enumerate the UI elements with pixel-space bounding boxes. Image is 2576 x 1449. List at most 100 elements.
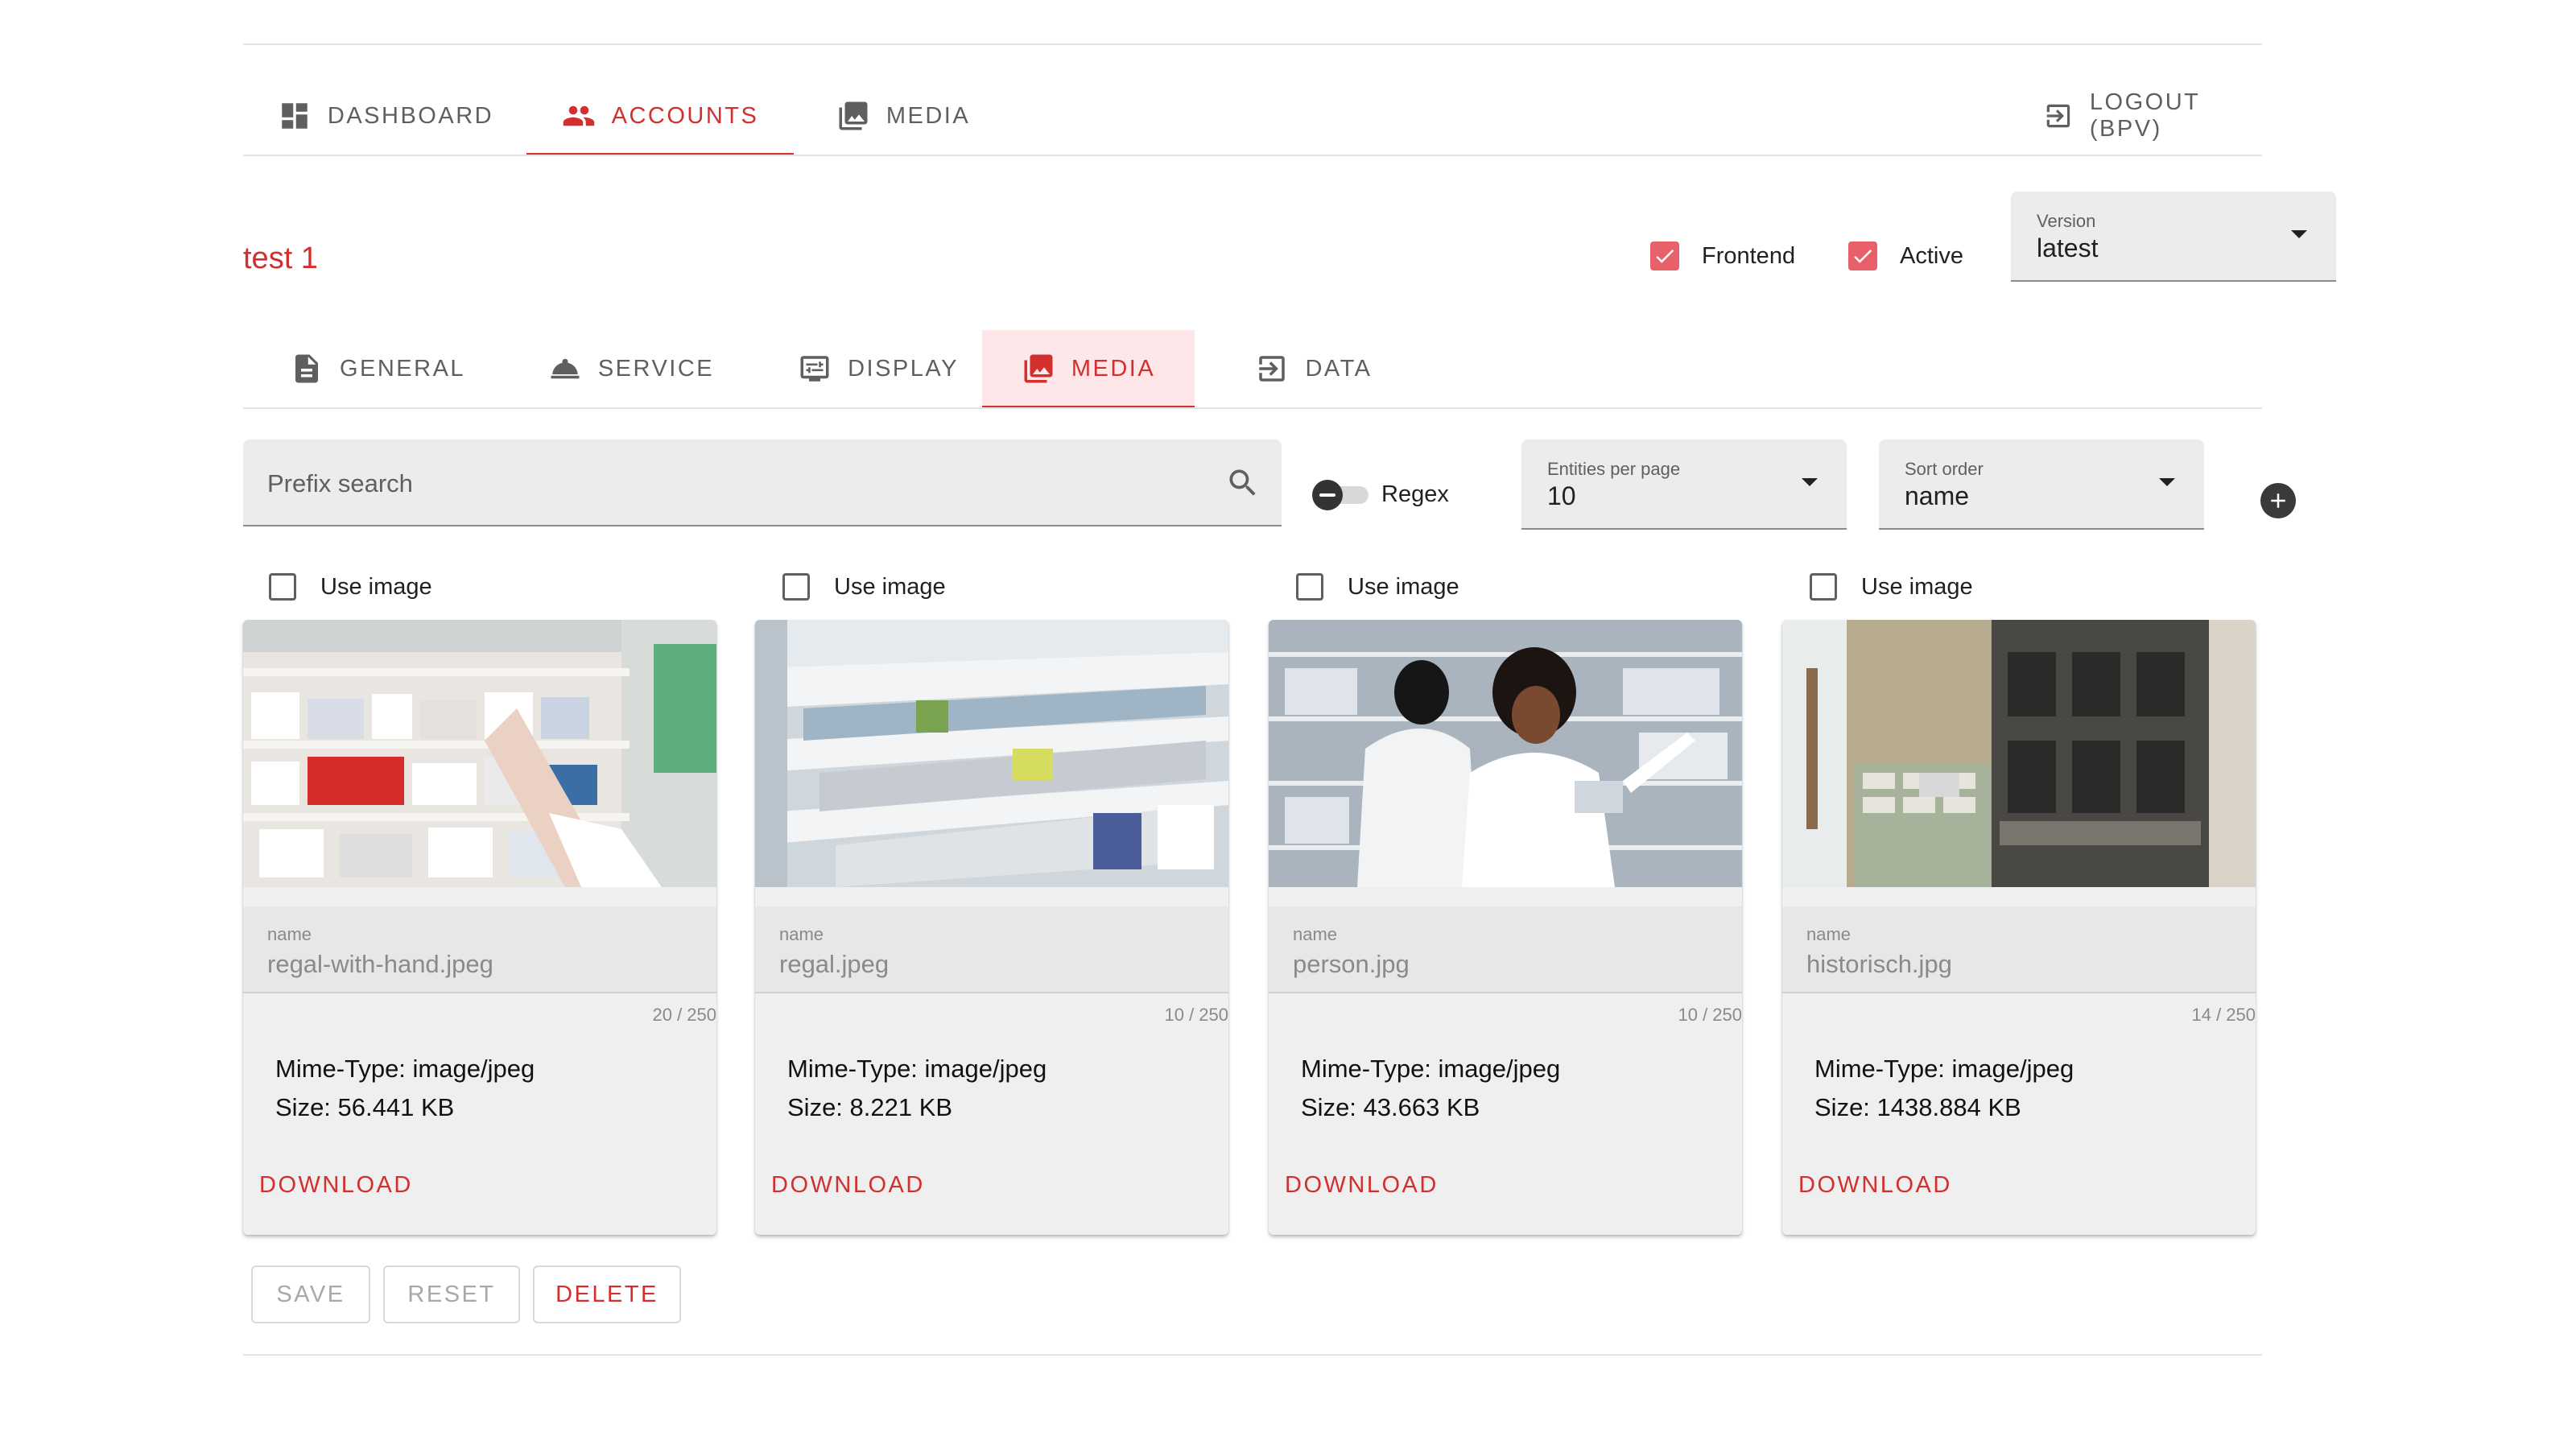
sort-value: name — [1905, 481, 1970, 510]
regex-label: Regex — [1381, 481, 1449, 507]
mime-type-text: Mime-Type: image/jpeg — [1301, 1055, 1561, 1083]
chevron-down-icon — [1802, 478, 1818, 486]
char-counter: 10 / 250 — [1678, 1005, 1742, 1025]
use-image-label: Use image — [320, 573, 432, 600]
tab-label: GENERAL — [339, 355, 466, 382]
name-value: historisch.jpg — [1806, 950, 1952, 978]
download-button[interactable]: DOWNLOAD — [259, 1172, 413, 1199]
reset-button[interactable]: RESET — [383, 1265, 520, 1323]
tab-label: SERVICE — [597, 355, 715, 382]
save-button[interactable]: SAVE — [251, 1265, 370, 1323]
media-card: name regal.jpeg 10 / 250 Mime-Type: imag… — [755, 620, 1228, 1235]
media-thumbnail — [1782, 620, 2256, 887]
room-service-icon — [551, 358, 580, 379]
regex-toggle[interactable]: Regex — [1312, 480, 1449, 510]
nav-tab-media[interactable]: MEDIA — [823, 77, 984, 155]
pharmacy-shelf-hand-image — [243, 620, 716, 887]
media-name-field[interactable]: name person.jpg — [1269, 906, 1742, 993]
use-image-checkbox[interactable]: Use image — [1296, 573, 1459, 601]
prefix-search-field[interactable] — [243, 440, 1282, 526]
media-thumbnail — [755, 620, 1228, 887]
file-size-text: Size: 43.663 KB — [1301, 1093, 1480, 1121]
top-navigation: DASHBOARD ACCOUNTS MEDIA LOGOUT (BPV) — [243, 77, 2262, 156]
file-size-text: Size: 1438.884 KB — [1814, 1093, 2021, 1121]
nav-tab-label: DASHBOARD — [327, 102, 494, 129]
description-icon — [295, 354, 318, 383]
mime-type-text: Mime-Type: image/jpeg — [1814, 1055, 2074, 1083]
nav-tab-label: ACCOUNTS — [611, 102, 759, 129]
add-icon — [2271, 493, 2285, 508]
media-name-field[interactable]: name regal-with-hand.jpeg — [243, 906, 716, 993]
entities-per-page-select[interactable]: Entities per page 10 — [1521, 440, 1847, 530]
version-select[interactable]: Version latest — [2011, 192, 2336, 282]
use-image-checkbox[interactable]: Use image — [269, 573, 432, 601]
checkbox-unchecked[interactable] — [782, 573, 810, 601]
file-size-text: Size: 56.441 KB — [275, 1093, 455, 1121]
download-button[interactable]: DOWNLOAD — [1798, 1172, 1952, 1199]
media-card: name historisch.jpg 14 / 250 Mime-Type: … — [1782, 620, 2256, 1235]
top-divider — [243, 43, 2262, 45]
name-value: person.jpg — [1293, 950, 1410, 978]
remove-icon[interactable] — [1312, 480, 1343, 510]
name-label: name — [1293, 924, 1338, 944]
use-image-checkbox[interactable]: Use image — [1810, 573, 1973, 601]
check-icon — [1656, 249, 1674, 263]
check-icon — [1854, 249, 1872, 263]
checkbox-checked[interactable] — [1848, 242, 1877, 270]
chevron-down-icon — [2159, 478, 2175, 486]
char-counter: 14 / 250 — [2191, 1005, 2256, 1025]
tab-label: DISPLAY — [848, 355, 959, 382]
add-media-button[interactable] — [2260, 483, 2296, 518]
version-label: Version — [2037, 211, 2096, 231]
name-label: name — [779, 924, 824, 944]
tab-display[interactable]: DISPLAY — [778, 330, 979, 407]
use-image-label: Use image — [1348, 573, 1459, 600]
bottom-divider — [243, 1354, 2262, 1356]
pharmacy-shelf-image — [755, 620, 1228, 887]
download-button[interactable]: DOWNLOAD — [771, 1172, 925, 1199]
frontend-checkbox[interactable]: Frontend — [1650, 242, 1795, 270]
subtab-divider — [243, 407, 2262, 409]
checkbox-unchecked[interactable] — [269, 573, 296, 601]
use-image-label: Use image — [1861, 573, 1973, 600]
search-input[interactable] — [267, 464, 1193, 504]
tab-media[interactable]: MEDIA — [982, 330, 1195, 409]
name-label: name — [1806, 924, 1852, 944]
media-card: name regal-with-hand.jpeg 20 / 250 Mime-… — [243, 620, 716, 1235]
account-title: test 1 — [243, 242, 318, 275]
dashboard-icon — [282, 103, 308, 129]
nav-tab-accounts[interactable]: ACCOUNTS — [526, 77, 794, 156]
people-icon — [563, 105, 594, 126]
name-value: regal-with-hand.jpeg — [267, 950, 493, 978]
nav-tab-dashboard[interactable]: DASHBOARD — [277, 77, 494, 155]
nav-tab-label: MEDIA — [886, 102, 971, 129]
tab-service[interactable]: SERVICE — [526, 330, 736, 407]
historic-pharmacy-image — [1782, 620, 2256, 887]
media-name-field[interactable]: name historisch.jpg — [1782, 906, 2256, 993]
regex-switch[interactable] — [1312, 480, 1370, 510]
sort-order-select[interactable]: Sort order name — [1879, 440, 2204, 530]
photo-library-icon — [1024, 354, 1053, 383]
media-name-field[interactable]: name regal.jpeg — [755, 906, 1228, 993]
tab-general[interactable]: GENERAL — [277, 330, 478, 407]
account-subtabs: GENERAL SERVICE DISPLAY MEDIA DATA — [243, 330, 2262, 409]
use-image-label: Use image — [834, 573, 946, 600]
checkbox-unchecked[interactable] — [1296, 573, 1323, 601]
active-checkbox[interactable]: Active — [1848, 242, 1963, 270]
chevron-down-icon — [2291, 230, 2307, 238]
input-icon — [1259, 356, 1286, 382]
delete-button[interactable]: DELETE — [533, 1265, 681, 1323]
checkbox-checked[interactable] — [1650, 242, 1679, 270]
tab-label: DATA — [1305, 355, 1373, 382]
checkbox-unchecked[interactable] — [1810, 573, 1837, 601]
char-counter: 20 / 250 — [652, 1005, 716, 1025]
file-size-text: Size: 8.221 KB — [787, 1093, 953, 1121]
sort-label: Sort order — [1905, 459, 1984, 479]
logout-button[interactable]: LOGOUT (BPV) — [2043, 77, 2262, 155]
use-image-checkbox[interactable]: Use image — [782, 573, 946, 601]
search-icon[interactable] — [1225, 465, 1261, 501]
pharmacists-image — [1269, 620, 1742, 887]
tab-data[interactable]: DATA — [1241, 330, 1386, 407]
download-button[interactable]: DOWNLOAD — [1285, 1172, 1439, 1199]
media-card: name person.jpg 10 / 250 Mime-Type: imag… — [1269, 620, 1742, 1235]
